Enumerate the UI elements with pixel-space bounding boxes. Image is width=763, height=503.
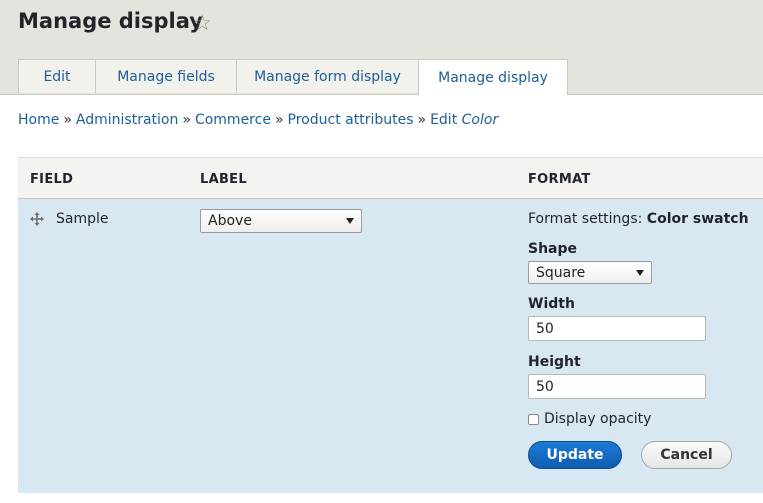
breadcrumb-home[interactable]: Home [18,112,59,128]
header-field: FIELD [30,172,74,187]
tab-manage-display[interactable]: Manage display [418,59,568,95]
breadcrumb-edit-color[interactable]: Edit Color [430,112,498,128]
display-opacity-checkbox[interactable] [528,413,539,425]
tabs: Edit Manage fields Manage form display M… [18,59,568,95]
breadcrumb-separator: » [63,112,72,128]
tab-manage-fields[interactable]: Manage fields [95,59,237,93]
display-opacity-option: Display opacity [528,411,651,427]
breadcrumb-edit-prefix: Edit [430,112,458,128]
drag-handle-icon[interactable] [30,212,44,226]
width-input[interactable]: 50 [528,316,706,341]
page-header: Manage display ☆ Edit Manage fields Mana… [0,0,763,95]
tab-edit[interactable]: Edit [18,59,96,93]
shape-select[interactable]: Square [528,261,652,284]
chevron-down-icon [346,218,354,224]
chevron-down-icon [636,269,644,276]
format-summary-prefix: Format settings: [528,211,643,227]
breadcrumb-commerce[interactable]: Commerce [195,112,271,128]
breadcrumb-separator: » [417,112,427,128]
breadcrumb: Home» Administration» Commerce» Product att… [18,112,498,128]
table-row: Sample Above Format settings: Color swat… [18,199,763,493]
height-label: Height [528,354,581,370]
cancel-button[interactable]: Cancel [641,441,732,469]
breadcrumb-administration[interactable]: Administration [76,112,178,128]
star-outline-icon[interactable]: ☆ [193,10,212,36]
breadcrumb-edit-item: Color [461,112,499,128]
breadcrumb-product-attributes[interactable]: Product attributes [288,112,414,128]
tab-manage-form-display[interactable]: Manage form display [236,59,419,93]
field-name: Sample [56,211,109,227]
format-summary-value: Color swatch [646,211,749,227]
width-label: Width [528,296,575,312]
header-label: LABEL [200,172,247,187]
shape-select-value: Square [536,264,586,281]
page-title: Manage display [18,9,203,33]
format-summary: Format settings: Color swatch [528,211,749,227]
label-select[interactable]: Above [200,209,362,233]
breadcrumb-separator: » [274,112,284,128]
label-select-value: Above [208,213,252,229]
update-button[interactable]: Update [528,441,622,469]
header-format: FORMAT [528,172,591,187]
table-header: FIELD LABEL FORMAT [18,157,763,199]
display-opacity-label[interactable]: Display opacity [544,411,651,427]
breadcrumb-separator: » [182,112,191,128]
shape-label: Shape [528,241,578,257]
height-input[interactable]: 50 [528,374,706,399]
